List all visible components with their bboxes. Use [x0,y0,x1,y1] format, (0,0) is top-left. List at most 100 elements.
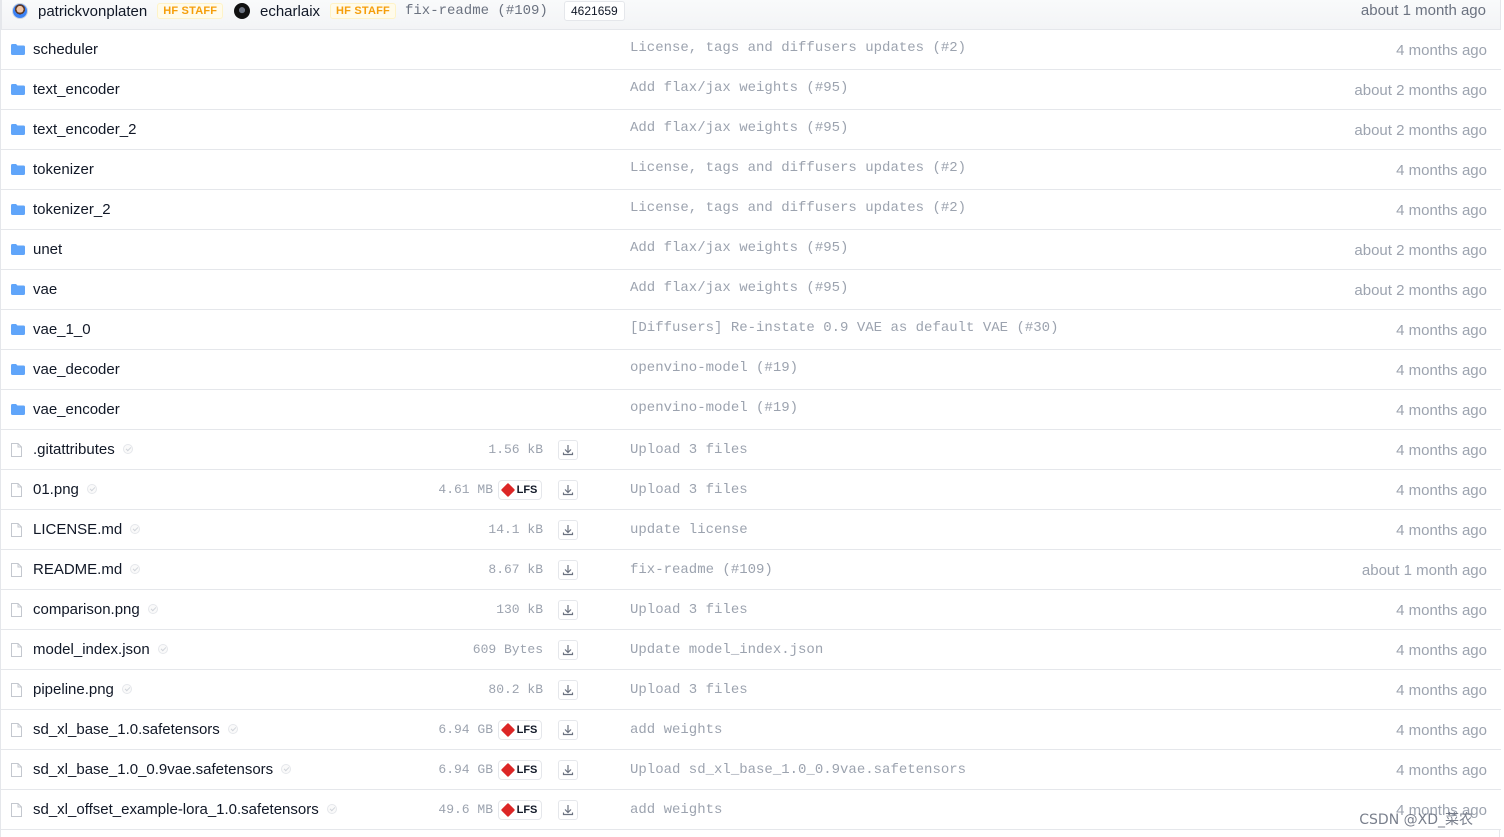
file-name-link[interactable]: .gitattributes [33,441,133,458]
folder-row[interactable]: vae_1_0 [Diffusers] Re-instate 0.9 VAE as… [1,310,1501,350]
safe-check-icon [121,684,132,694]
file-name-link[interactable]: sd_xl_base_1.0.safetensors [33,721,238,738]
avatar [234,3,250,19]
file-name-link[interactable]: README.md [33,561,141,578]
file-row[interactable]: comparison.png 130 kB Upload 3 files 4 mont… [1,590,1501,630]
folder-row[interactable]: unet Add flax/jax weights (#95) about 2 mo… [1,230,1501,270]
file-icon [11,603,25,617]
file-name-link[interactable]: comparison.png [33,601,158,618]
commit-message-link[interactable]: openvino-model (#19) [630,400,798,416]
commit-message-link[interactable]: Upload 3 files [630,682,748,698]
file-row[interactable]: pipeline.png 80.2 kB Upload 3 files 4 month… [1,670,1501,710]
commit-message-link[interactable]: Upload 3 files [630,602,748,618]
commit-author-2[interactable]: echarlaix HF STAFF [234,0,396,22]
commit-message-link[interactable]: Upload sd_xl_base_1.0_0.9vae.safetensors [630,762,966,778]
download-button[interactable] [558,720,578,740]
last-modified-date: 4 months ago [1396,162,1487,179]
file-name-link[interactable]: sd_xl_offset_example-lora_1.0.safetensor… [33,801,337,818]
file-size: 609 Bytes [472,642,543,657]
last-modified-date: 4 months ago [1396,682,1487,699]
file-name-text: 01.png [33,481,79,498]
file-row[interactable]: sd_xl_base_1.0.safetensors 6.94 GB LFS add … [1,710,1501,750]
file-row[interactable]: model_index.json 609 Bytes Update model_in… [1,630,1501,670]
commit-message-link[interactable]: License, tags and diffusers updates (#2) [630,200,966,216]
folder-row[interactable]: text_encoder_2 Add flax/jax weights (#95)… [1,110,1501,150]
safe-check-icon [227,724,238,734]
file-name-link[interactable]: LICENSE.md [33,521,141,538]
download-button[interactable] [558,760,578,780]
commit-message-link[interactable]: fix-readme (#109) [405,3,548,19]
staff-badge: HF STAFF [157,3,224,19]
file-row[interactable]: sd_xl_offset_example-lora_1.0.safetensor… [1,790,1501,830]
commit-message-link[interactable]: fix-readme (#109) [630,562,773,578]
folder-row[interactable]: scheduler License, tags and diffusers upd… [1,30,1501,70]
folder-row[interactable]: tokenizer License, tags and diffusers upd… [1,150,1501,190]
download-button[interactable] [558,520,578,540]
commit-message-link[interactable]: Add flax/jax weights (#95) [630,120,848,136]
file-name-text: model_index.json [33,641,150,658]
file-name-link[interactable]: 01.png [33,481,97,498]
commit-message-link[interactable]: License, tags and diffusers updates (#2) [630,40,966,56]
file-icon [11,443,25,457]
commit-message-link[interactable]: Upload 3 files [630,482,748,498]
file-row[interactable]: .gitattributes 1.56 kB Upload 3 files 4 mon… [1,430,1501,470]
download-button[interactable] [558,800,578,820]
commit-message-link[interactable]: License, tags and diffusers updates (#2) [630,160,966,176]
commit-message-link[interactable]: Upload 3 files [630,442,748,458]
folder-name-link[interactable]: unet [33,241,62,258]
safe-check-icon [281,764,292,774]
commit-hash-link[interactable]: 4621659 [564,1,625,21]
last-modified-date: 4 months ago [1396,522,1487,539]
download-button[interactable] [558,600,578,620]
folder-name-link[interactable]: tokenizer [33,161,94,178]
commit-message-link[interactable]: openvino-model (#19) [630,360,798,376]
folder-name-link[interactable]: vae_decoder [33,361,120,378]
folder-row[interactable]: vae Add flax/jax weights (#95) about 2 mon… [1,270,1501,310]
folder-row[interactable]: text_encoder Add flax/jax weights (#95) ab… [1,70,1501,110]
folder-row[interactable]: vae_encoder openvino-model (#19) 4 months … [1,390,1501,430]
download-button[interactable] [558,640,578,660]
commit-message-link[interactable]: [Diffusers] Re-instate 0.9 VAE as defaul… [630,320,1058,336]
folder-name-link[interactable]: vae_encoder [33,401,120,418]
file-name-text: pipeline.png [33,681,114,698]
file-name-link[interactable]: sd_xl_base_1.0_0.9vae.safetensors [33,761,292,778]
file-row[interactable]: README.md 8.67 kB fix-readme (#109) about 1… [1,550,1501,590]
folder-row[interactable]: vae_decoder openvino-model (#19) 4 months … [1,350,1501,390]
folder-name-link[interactable]: scheduler [33,41,98,58]
commit-message-link[interactable]: add weights [630,802,722,818]
folder-name-link[interactable]: tokenizer_2 [33,201,111,218]
download-button[interactable] [558,480,578,500]
folder-name-link[interactable]: vae_1_0 [33,321,91,338]
download-button[interactable] [558,680,578,700]
commit-message-link[interactable]: Add flax/jax weights (#95) [630,80,848,96]
last-modified-date: 4 months ago [1396,442,1487,459]
file-name-link[interactable]: pipeline.png [33,681,132,698]
folder-name-link[interactable]: vae [33,281,57,298]
commit-message-link[interactable]: add weights [630,722,722,738]
file-row[interactable]: sd_xl_base_1.0_0.9vae.safetensors 6.94 GB… [1,750,1501,790]
download-icon [562,684,574,696]
file-list: scheduler License, tags and diffusers upd… [1,30,1501,830]
download-button[interactable] [558,440,578,460]
file-row[interactable]: 01.png 4.61 MB LFS Upload 3 files 4 months a… [1,470,1501,510]
lfs-label: LFS [516,724,538,736]
safe-check-icon [86,484,97,494]
file-name-text: sd_xl_base_1.0.safetensors [33,721,220,738]
commit-message-link[interactable]: Update model_index.json [630,642,823,658]
lfs-icon [500,762,515,778]
file-name-link[interactable]: model_index.json [33,641,168,658]
file-name-text: README.md [33,561,123,578]
folder-row[interactable]: tokenizer_2 License, tags and diffusers u… [1,190,1501,230]
folder-icon [11,283,25,297]
folder-icon [11,363,25,377]
commit-author-1[interactable]: patrickvonplaten HF STAFF [12,0,224,22]
last-modified-date: about 2 months ago [1354,282,1487,299]
file-row[interactable]: LICENSE.md 14.1 kB update license 4 months … [1,510,1501,550]
commit-message-link[interactable]: update license [630,522,748,538]
watermark: CSDN @XD_菜农 [1359,812,1473,828]
download-button[interactable] [558,560,578,580]
commit-message-link[interactable]: Add flax/jax weights (#95) [630,280,848,296]
folder-name-link[interactable]: text_encoder [33,81,120,98]
commit-message-link[interactable]: Add flax/jax weights (#95) [630,240,848,256]
folder-name-link[interactable]: text_encoder_2 [33,121,136,138]
